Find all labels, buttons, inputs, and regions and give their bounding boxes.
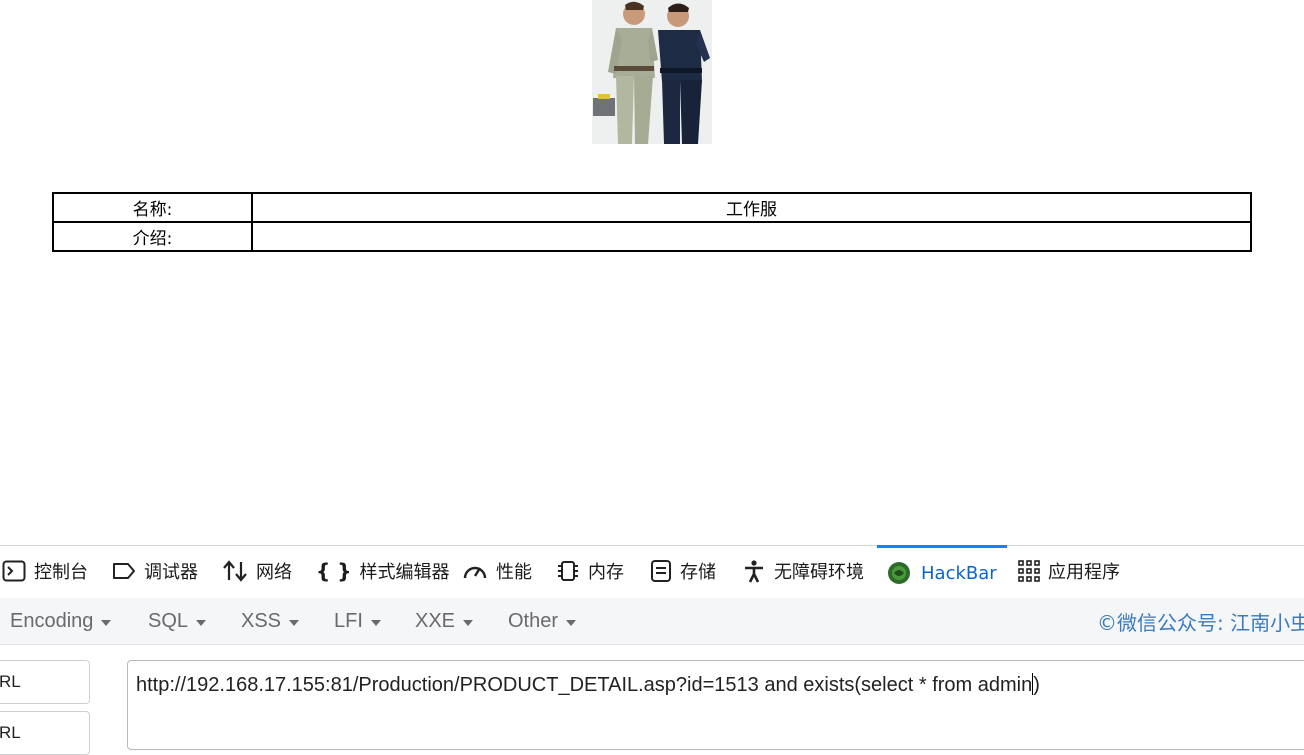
chevron-down-icon — [566, 619, 577, 626]
tab-application[interactable]: 应用程序 — [1018, 546, 1120, 596]
tab-label: 无障碍环境 — [774, 562, 864, 583]
tab-label: 应用程序 — [1048, 562, 1120, 583]
debugger-icon — [112, 561, 136, 581]
chevron-down-icon — [463, 619, 474, 626]
console-icon — [2, 560, 26, 582]
load-url-button[interactable]: RL — [0, 660, 90, 704]
tab-label: 控制台 — [34, 562, 88, 583]
tab-label: 存储 — [680, 562, 716, 583]
watermark-text: ©微信公众号: 江南小虫 — [1097, 610, 1304, 635]
hackbar-toolbar: Encoding SQL XSS LFI XXE Other ©微信公众号: 江… — [0, 598, 1304, 645]
tab-storage[interactable]: 存储 — [650, 546, 716, 596]
lfi-menu[interactable]: LFI — [334, 598, 381, 644]
product-detail-table: 名称: 工作服 介绍: — [52, 192, 1252, 252]
xss-menu[interactable]: XSS — [241, 598, 300, 644]
menu-label: XXE — [415, 609, 456, 632]
style-editor-icon: { } — [316, 559, 352, 583]
tab-label: HackBar — [921, 562, 997, 584]
tab-memory[interactable]: 内存 — [556, 546, 624, 596]
accessibility-icon — [742, 559, 766, 583]
split-url-button[interactable]: RL — [0, 711, 90, 755]
url-text: http://192.168.17.155:81/Production/PROD… — [136, 674, 1033, 696]
tab-style-editor[interactable]: { } 样式编辑器 — [316, 546, 449, 596]
product-image — [592, 0, 712, 144]
tab-console[interactable]: 控制台 — [2, 546, 88, 596]
menu-label: LFI — [334, 609, 363, 632]
tab-hackbar[interactable]: HackBar — [877, 545, 1007, 598]
encoding-menu[interactable]: Encoding — [10, 598, 112, 644]
tab-network[interactable]: 网络 — [222, 546, 292, 596]
menu-label: Other — [508, 609, 559, 632]
url-text-end: ) — [1033, 674, 1040, 696]
menu-label: Encoding — [10, 609, 94, 632]
chevron-down-icon — [101, 619, 112, 626]
name-value: 工作服 — [251, 192, 1252, 223]
sql-menu[interactable]: SQL — [148, 598, 207, 644]
intro-value — [251, 221, 1252, 252]
devtools-tabbar: 控制台 调试器 网络 { } 样式编辑器 性能 内存 存储 无障碍环境 Hack… — [0, 545, 1304, 599]
hackbar-icon — [887, 561, 911, 585]
tab-label: 性能 — [496, 562, 532, 583]
table-row: 名称: 工作服 — [52, 192, 1252, 223]
tab-label: 调试器 — [144, 562, 198, 583]
other-menu[interactable]: Other — [508, 598, 577, 644]
application-icon — [1018, 560, 1040, 582]
tab-performance[interactable]: 性能 — [462, 546, 532, 596]
tab-label: 样式编辑器 — [359, 562, 450, 583]
menu-label: SQL — [148, 609, 189, 632]
url-input[interactable]: http://192.168.17.155:81/Production/PROD… — [127, 660, 1304, 750]
tab-debugger[interactable]: 调试器 — [112, 546, 198, 596]
chevron-down-icon — [289, 619, 300, 626]
network-icon — [222, 560, 248, 582]
storage-icon — [650, 559, 672, 583]
chevron-down-icon — [196, 619, 207, 626]
intro-label: 介绍: — [52, 221, 253, 252]
name-label: 名称: — [52, 192, 253, 223]
tab-accessibility[interactable]: 无障碍环境 — [742, 546, 864, 596]
memory-icon — [556, 559, 580, 583]
xxe-menu[interactable]: XXE — [415, 598, 474, 644]
table-row: 介绍: — [52, 221, 1252, 252]
menu-label: XSS — [241, 609, 282, 632]
tab-label: 网络 — [256, 562, 292, 583]
chevron-down-icon — [370, 619, 381, 626]
tab-label: 内存 — [588, 562, 624, 583]
performance-icon — [462, 560, 488, 582]
